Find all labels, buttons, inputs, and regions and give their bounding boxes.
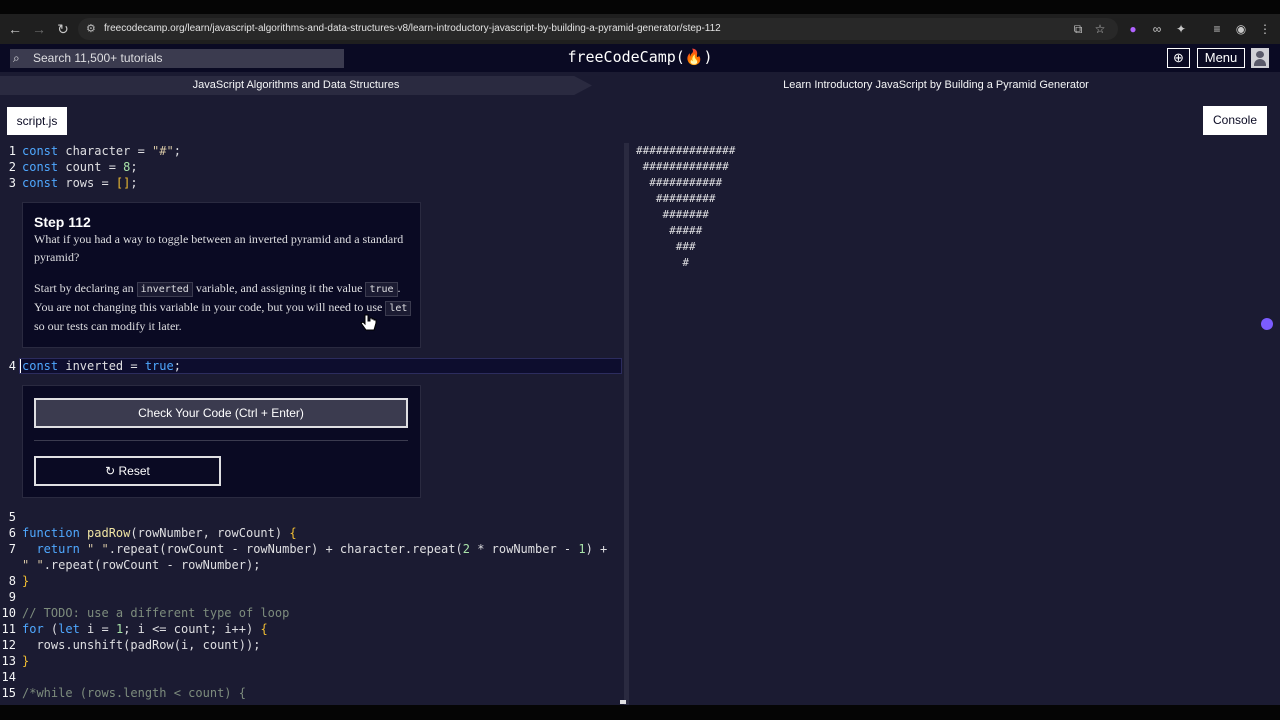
console-line: ############### (636, 144, 736, 157)
bookmark-star-icon[interactable]: ☆ (1091, 20, 1109, 38)
line-number: 11 (1, 622, 16, 636)
line-number: 14 (1, 670, 16, 684)
kebab-menu-icon[interactable]: ⋮ (1256, 20, 1274, 38)
line-number: 15 (1, 686, 16, 700)
reset-button[interactable]: ↻ Reset (34, 456, 221, 486)
media-controls-icon[interactable]: ≡ (1208, 20, 1226, 38)
line-number: 10 (1, 606, 16, 620)
code-comment[interactable]: /*while (rows.length < count) { (22, 685, 246, 701)
address-url[interactable]: freecodecamp.org/learn/javascript-algori… (104, 20, 721, 38)
line-number: 4 (8, 359, 16, 373)
site-info-icon[interactable]: ⚙ (86, 20, 100, 38)
fcc-logo[interactable]: freeCodeCamp(🔥) (560, 46, 720, 68)
inline-code: inverted (136, 282, 193, 297)
console-output-pane (629, 143, 1280, 705)
editor-scrollbar[interactable] (620, 700, 626, 704)
search-placeholder[interactable]: Search 11,500+ tutorials (33, 50, 163, 66)
console-line: # (636, 256, 689, 269)
inline-code: let (385, 301, 412, 316)
extension-brain-icon[interactable]: ● (1124, 20, 1142, 38)
console-line: ##### (636, 224, 703, 237)
console-line: ####### (636, 208, 709, 221)
inline-code: true (365, 282, 398, 297)
install-app-icon[interactable]: ⧉ (1069, 20, 1087, 38)
code-line[interactable]: rows.unshift(padRow(i, count)); (22, 637, 260, 653)
code-line[interactable]: } (22, 573, 29, 589)
line-number: 9 (8, 590, 16, 604)
line-number: 7 (8, 542, 16, 556)
avatar[interactable] (1251, 48, 1269, 68)
console-button[interactable]: Console (1203, 106, 1267, 135)
console-line: ############# (636, 160, 729, 173)
language-globe-icon[interactable]: ⊕ (1167, 48, 1190, 68)
divider (34, 440, 408, 441)
code-line[interactable]: const count = 8; (22, 159, 138, 175)
check-code-button[interactable]: Check Your Code (Ctrl + Enter) (34, 398, 408, 428)
file-tab-script[interactable]: script.js (7, 107, 67, 135)
extension-glasses-icon[interactable]: ∞ (1148, 20, 1166, 38)
menu-button[interactable]: Menu (1197, 48, 1245, 68)
forward-icon[interactable]: → (29, 20, 49, 38)
code-line[interactable]: const rows = []; (22, 175, 138, 191)
reload-icon[interactable]: ↻ (53, 20, 73, 38)
breadcrumb-superblock[interactable]: JavaScript Algorithms and Data Structure… (0, 76, 592, 95)
editor-toolbar (0, 99, 1280, 143)
window-top-strip (0, 0, 1280, 14)
console-line: ### (636, 240, 696, 253)
text-caret (20, 359, 21, 373)
code-line-wrapped[interactable]: " ".repeat(rowCount - rowNumber); (22, 557, 260, 573)
line-number: 5 (8, 510, 16, 524)
console-line: ########### (636, 176, 723, 189)
breadcrumb-block[interactable]: Learn Introductory JavaScript by Buildin… (592, 76, 1280, 95)
console-line: ######### (636, 192, 716, 205)
line-number: 6 (8, 526, 16, 540)
step-paragraph: What if you had a way to toggle between … (34, 232, 404, 264)
code-line[interactable]: return " ".repeat(rowCount - rowNumber) … (22, 541, 607, 557)
line-number: 3 (8, 176, 16, 190)
back-icon[interactable]: ← (5, 20, 25, 38)
search-icon: ⌕ (13, 51, 20, 65)
code-line-active[interactable]: const inverted = true; (22, 358, 181, 374)
code-line[interactable]: for (let i = 1; i <= count; i++) { (22, 621, 268, 637)
code-line[interactable]: const character = "#"; (22, 143, 181, 159)
window-bottom-strip (0, 705, 1280, 720)
line-number: 2 (8, 160, 16, 174)
reset-icon: ↻ (105, 464, 119, 478)
code-line[interactable]: } (22, 653, 29, 669)
line-number: 8 (8, 574, 16, 588)
line-number: 1 (8, 144, 16, 158)
line-number: 12 (1, 638, 16, 652)
profile-icon[interactable]: ◉ (1232, 20, 1250, 38)
code-line[interactable]: function padRow(rowNumber, rowCount) { (22, 525, 297, 541)
floating-extension-icon[interactable] (1261, 318, 1273, 330)
extensions-puzzle-icon[interactable]: ✦ (1172, 20, 1190, 38)
code-comment[interactable]: // TODO: use a different type of loop (22, 605, 289, 621)
line-number: 13 (1, 654, 16, 668)
step-title: Step 112 (34, 214, 91, 230)
hand-cursor-icon (360, 314, 377, 331)
